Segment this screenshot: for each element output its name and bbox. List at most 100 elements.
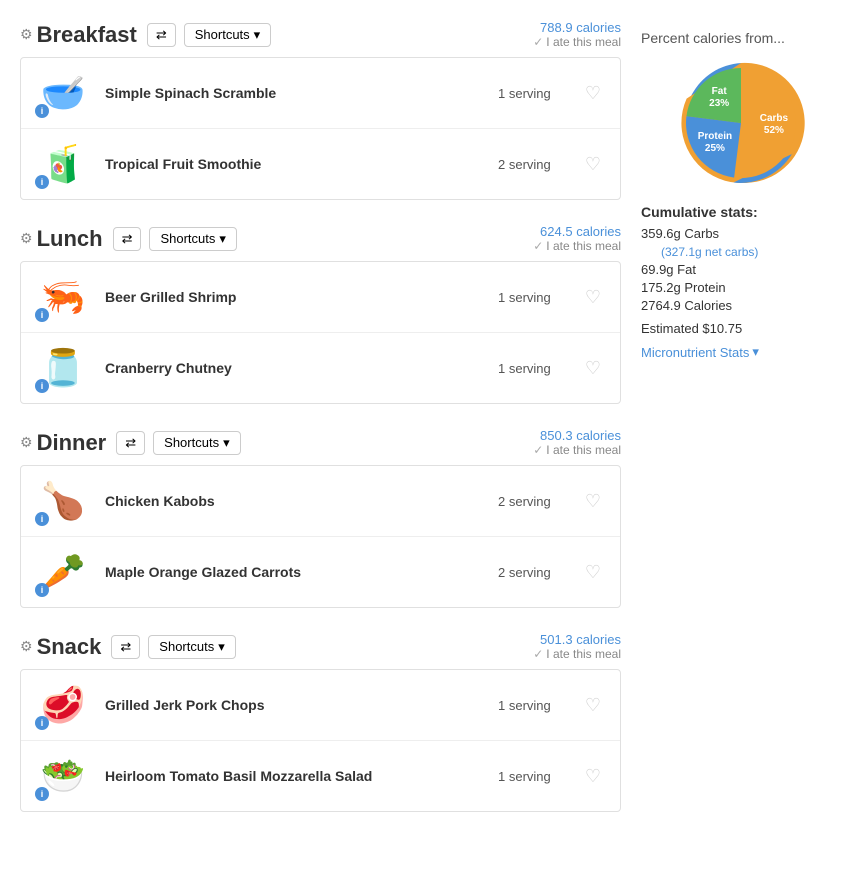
- food-row: 🧃 i Tropical Fruit Smoothie 2 serving ♡: [21, 129, 620, 199]
- net-carbs-stat: (327.1g net carbs): [661, 245, 758, 259]
- meal-section-snack: ⚙ Snack ⇄ Shortcuts ▾ 501.3 calories ✓ I…: [20, 632, 621, 812]
- info-icon[interactable]: i: [35, 512, 49, 526]
- food-icon-wrap: 🧃 i: [33, 139, 93, 189]
- stats-column: Percent calories from...: [641, 20, 841, 836]
- calories-info-lunch: 624.5 calories ✓ I ate this meal: [533, 224, 621, 253]
- shortcuts-button-dinner[interactable]: Shortcuts ▾: [153, 431, 240, 455]
- heart-icon[interactable]: ♡: [578, 562, 608, 583]
- ate-meal-snack[interactable]: ✓ I ate this meal: [533, 647, 621, 661]
- cumulative-stats-title: Cumulative stats:: [641, 204, 841, 220]
- dropdown-icon: ▾: [218, 639, 225, 655]
- shortcuts-button-breakfast[interactable]: Shortcuts ▾: [184, 23, 271, 47]
- sort-button-breakfast[interactable]: ⇄: [147, 23, 176, 47]
- heart-icon[interactable]: ♡: [578, 695, 608, 716]
- ate-label: I ate this meal: [546, 239, 621, 253]
- food-icon-wrap: 🥗 i: [33, 751, 93, 801]
- food-name[interactable]: Tropical Fruit Smoothie: [93, 156, 498, 172]
- info-icon[interactable]: i: [35, 716, 49, 730]
- ate-label: I ate this meal: [546, 647, 621, 661]
- micronutrient-link[interactable]: Micronutrient Stats ▾: [641, 344, 841, 360]
- main-container: ⚙ Breakfast ⇄ Shortcuts ▾ 788.9 calories…: [0, 0, 861, 856]
- food-table-lunch: 🦐 i Beer Grilled Shrimp 1 serving ♡ 🫙 i …: [20, 261, 621, 404]
- info-icon[interactable]: i: [35, 787, 49, 801]
- info-icon[interactable]: i: [35, 583, 49, 597]
- check-icon: ✓: [533, 239, 543, 253]
- shortcuts-label: Shortcuts: [164, 435, 219, 450]
- food-table-snack: 🥩 i Grilled Jerk Pork Chops 1 serving ♡ …: [20, 669, 621, 812]
- calories-stat: 2764.9 Calories: [641, 298, 841, 313]
- calories-info-breakfast: 788.9 calories ✓ I ate this meal: [533, 20, 621, 49]
- meal-header-breakfast: ⚙ Breakfast ⇄ Shortcuts ▾ 788.9 calories…: [20, 20, 621, 49]
- gear-icon-dinner[interactable]: ⚙: [20, 434, 33, 451]
- meal-title-lunch: Lunch: [37, 226, 103, 252]
- food-serving: 1 serving: [498, 86, 578, 101]
- food-row: 🥗 i Heirloom Tomato Basil Mozzarella Sal…: [21, 741, 620, 811]
- food-row: 🥣 i Simple Spinach Scramble 1 serving ♡: [21, 58, 620, 129]
- food-name[interactable]: Maple Orange Glazed Carrots: [93, 564, 498, 580]
- sort-button-lunch[interactable]: ⇄: [113, 227, 142, 251]
- calories-amount-lunch: 624.5 calories: [533, 224, 621, 239]
- ate-meal-lunch[interactable]: ✓ I ate this meal: [533, 239, 621, 253]
- pie-chart-wrap: Carbs52%Protein25%Fat23%: [641, 58, 841, 188]
- meal-title-snack: Snack: [37, 634, 102, 660]
- food-row: 🥕 i Maple Orange Glazed Carrots 2 servin…: [21, 537, 620, 607]
- heart-icon[interactable]: ♡: [578, 358, 608, 379]
- food-icon-wrap: 🦐 i: [33, 272, 93, 322]
- gear-icon-snack[interactable]: ⚙: [20, 638, 33, 655]
- stats-title: Percent calories from...: [641, 30, 841, 46]
- meal-section-lunch: ⚙ Lunch ⇄ Shortcuts ▾ 624.5 calories ✓ I…: [20, 224, 621, 404]
- info-icon[interactable]: i: [35, 104, 49, 118]
- sort-icon: ⇄: [125, 435, 136, 451]
- food-row: 🫙 i Cranberry Chutney 1 serving ♡: [21, 333, 620, 403]
- food-serving: 1 serving: [498, 290, 578, 305]
- gear-icon-breakfast[interactable]: ⚙: [20, 26, 33, 43]
- food-row: 🥩 i Grilled Jerk Pork Chops 1 serving ♡: [21, 670, 620, 741]
- dropdown-icon: ▾: [219, 231, 226, 247]
- meal-title-dinner: Dinner: [37, 430, 107, 456]
- shortcuts-button-lunch[interactable]: Shortcuts ▾: [149, 227, 236, 251]
- pie-chart: Carbs52%Protein25%Fat23%: [676, 58, 806, 188]
- food-serving: 2 serving: [498, 565, 578, 580]
- ate-meal-breakfast[interactable]: ✓ I ate this meal: [533, 35, 621, 49]
- food-serving: 2 serving: [498, 494, 578, 509]
- shortcuts-label: Shortcuts: [159, 639, 214, 654]
- info-icon[interactable]: i: [35, 175, 49, 189]
- gear-icon-lunch[interactable]: ⚙: [20, 230, 33, 247]
- check-icon: ✓: [533, 443, 543, 457]
- sort-icon: ⇄: [156, 27, 167, 43]
- ate-label: I ate this meal: [546, 35, 621, 49]
- heart-icon[interactable]: ♡: [578, 154, 608, 175]
- food-name[interactable]: Simple Spinach Scramble: [93, 85, 498, 101]
- sort-button-dinner[interactable]: ⇄: [116, 431, 145, 455]
- check-icon: ✓: [533, 647, 543, 661]
- heart-icon[interactable]: ♡: [578, 83, 608, 104]
- calories-amount-breakfast: 788.9 calories: [533, 20, 621, 35]
- food-serving: 1 serving: [498, 361, 578, 376]
- meal-title-breakfast: Breakfast: [37, 22, 137, 48]
- food-table-breakfast: 🥣 i Simple Spinach Scramble 1 serving ♡ …: [20, 57, 621, 200]
- carbs-stat: 359.6g Carbs: [641, 226, 841, 241]
- heart-icon[interactable]: ♡: [578, 287, 608, 308]
- dropdown-icon: ▾: [254, 27, 261, 43]
- check-icon: ✓: [533, 35, 543, 49]
- info-icon[interactable]: i: [35, 308, 49, 322]
- food-icon-wrap: 🥣 i: [33, 68, 93, 118]
- ate-meal-dinner[interactable]: ✓ I ate this meal: [533, 443, 621, 457]
- sort-icon: ⇄: [120, 639, 131, 655]
- food-icon-wrap: 🥕 i: [33, 547, 93, 597]
- food-serving: 1 serving: [498, 769, 578, 784]
- food-name[interactable]: Chicken Kabobs: [93, 493, 498, 509]
- sort-button-snack[interactable]: ⇄: [111, 635, 140, 659]
- food-name[interactable]: Beer Grilled Shrimp: [93, 289, 498, 305]
- heart-icon[interactable]: ♡: [578, 491, 608, 512]
- shortcuts-button-snack[interactable]: Shortcuts ▾: [148, 635, 235, 659]
- food-table-dinner: 🍗 i Chicken Kabobs 2 serving ♡ 🥕 i Maple…: [20, 465, 621, 608]
- food-name[interactable]: Heirloom Tomato Basil Mozzarella Salad: [93, 768, 498, 784]
- heart-icon[interactable]: ♡: [578, 766, 608, 787]
- shortcuts-label: Shortcuts: [195, 27, 250, 42]
- food-name[interactable]: Cranberry Chutney: [93, 360, 498, 376]
- food-name[interactable]: Grilled Jerk Pork Chops: [93, 697, 498, 713]
- meal-section-breakfast: ⚙ Breakfast ⇄ Shortcuts ▾ 788.9 calories…: [20, 20, 621, 200]
- pie-label-protein: Protein25%: [698, 131, 732, 155]
- info-icon[interactable]: i: [35, 379, 49, 393]
